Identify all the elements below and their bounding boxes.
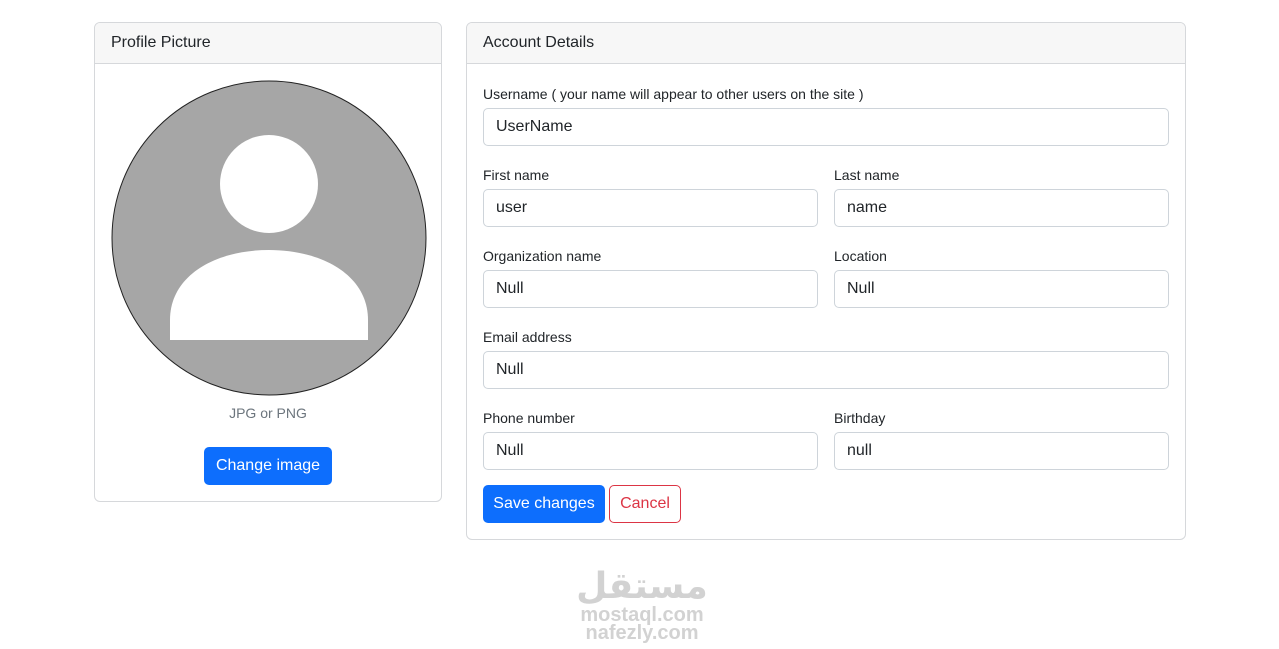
email-input[interactable]: [483, 351, 1169, 389]
watermark: مستقل mostaql.com nafezly.com: [562, 565, 722, 644]
username-label: Username ( your name will appear to othe…: [483, 86, 864, 102]
last-name-input[interactable]: [834, 189, 1169, 227]
account-details-header: Account Details: [467, 23, 1185, 64]
change-image-button[interactable]: Change image: [204, 447, 332, 485]
phone-label: Phone number: [483, 410, 575, 426]
username-input[interactable]: [483, 108, 1169, 146]
last-name-label: Last name: [834, 167, 900, 183]
image-format-hint: JPG or PNG: [229, 405, 307, 421]
email-label: Email address: [483, 329, 572, 345]
user-silhouette-icon: [111, 80, 427, 396]
save-changes-button[interactable]: Save changes: [483, 485, 605, 523]
location-label: Location: [834, 248, 887, 264]
birthday-label: Birthday: [834, 410, 886, 426]
location-input[interactable]: [834, 270, 1169, 308]
first-name-input[interactable]: [483, 189, 818, 227]
watermark-line-2: nafezly.com: [585, 622, 699, 644]
organization-label: Organization name: [483, 248, 602, 264]
account-details-card: Account Details Username ( your name wil…: [466, 22, 1186, 540]
profile-picture-header: Profile Picture: [95, 23, 441, 64]
profile-picture-card: Profile Picture JPG or PNG Change image: [94, 22, 442, 502]
avatar: [111, 80, 427, 396]
watermark-logo: مستقل: [576, 565, 708, 606]
phone-input[interactable]: [483, 432, 818, 470]
birthday-input[interactable]: [834, 432, 1169, 470]
organization-input[interactable]: [483, 270, 818, 308]
first-name-label: First name: [483, 167, 550, 183]
cancel-button[interactable]: Cancel: [609, 485, 681, 523]
